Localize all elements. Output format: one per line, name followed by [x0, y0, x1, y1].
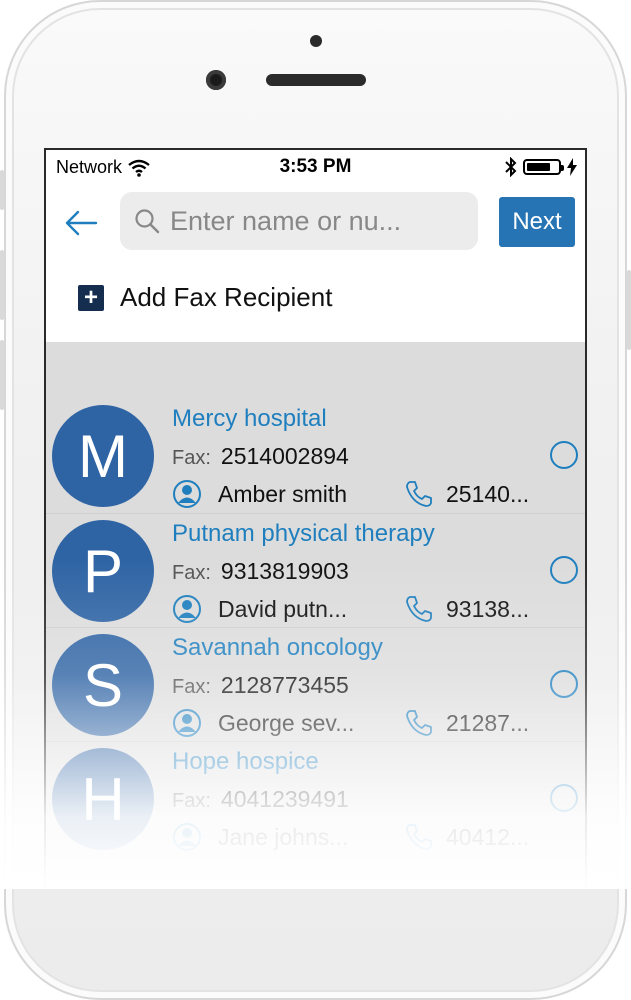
back-arrow-icon[interactable]: [64, 205, 100, 241]
search-input[interactable]: [168, 204, 472, 238]
fax-prefix-label: Fax:: [172, 447, 211, 469]
search-icon: [135, 209, 160, 234]
proximity-sensor: [310, 35, 322, 47]
recipient-name: Savannah oncology: [172, 634, 383, 661]
fax-number: 2128773455: [220, 672, 349, 698]
status-bar: Network 3:53 PM: [46, 150, 585, 184]
list-item[interactable]: P Putnam physical therapy Fax: 931381990…: [46, 513, 585, 626]
avatar: S: [52, 634, 154, 736]
recipient-name: Hope hospice: [172, 748, 319, 775]
select-radio[interactable]: [550, 784, 578, 812]
person-icon: [173, 709, 201, 737]
add-fax-recipient-button[interactable]: + Add Fax Recipient: [78, 282, 332, 313]
contact-name: George sev...: [218, 709, 355, 736]
status-right: [505, 157, 577, 177]
charging-bolt-icon: [567, 158, 577, 176]
contact-name: Jane johns...: [218, 823, 349, 850]
volume-down-button: [0, 340, 4, 410]
recipient-list: M Mercy hospital Fax: 2514002894 Amber s…: [46, 342, 585, 889]
mute-switch: [0, 170, 4, 210]
next-button[interactable]: Next: [499, 197, 575, 247]
plus-icon: +: [78, 284, 104, 311]
phone-number: 93138...: [446, 595, 530, 622]
fax-prefix-label: Fax:: [172, 676, 211, 698]
person-icon: [173, 595, 201, 623]
earpiece-speaker: [266, 74, 366, 86]
fax-line: Fax: 2128773455: [172, 672, 349, 699]
fax-prefix-label: Fax:: [172, 790, 211, 812]
volume-up-button: [0, 250, 4, 320]
contact-line: Amber smith 25140...: [172, 479, 529, 509]
person-icon: [173, 480, 201, 508]
bluetooth-icon: [505, 157, 517, 177]
top-bar: Next: [46, 190, 585, 254]
add-fax-recipient-label: Add Fax Recipient: [120, 282, 333, 312]
avatar: P: [52, 520, 154, 622]
fax-prefix-label: Fax:: [172, 562, 211, 584]
phone-icon: [406, 824, 432, 850]
contact-line: Jane johns... 40412...: [172, 822, 529, 852]
select-radio[interactable]: [550, 556, 578, 584]
battery-icon: [523, 159, 564, 175]
fax-line: Fax: 4041239491: [172, 786, 349, 813]
screen: Network 3:53 PM Enter name or nu... Next…: [44, 148, 587, 889]
contact-name: David putn...: [218, 595, 348, 622]
list-item[interactable]: S Savannah oncology Fax: 2128773455 Geor…: [46, 627, 585, 740]
avatar: M: [52, 405, 154, 507]
recipient-name: Putnam physical therapy: [172, 520, 435, 547]
phone-icon: [406, 481, 432, 507]
fax-number: 2514002894: [220, 443, 349, 469]
person-icon: [173, 823, 201, 851]
power-button: [627, 270, 631, 350]
search-bar[interactable]: [120, 192, 478, 250]
select-radio[interactable]: [550, 670, 578, 698]
contact-name: Amber smith: [218, 480, 348, 507]
front-camera: [206, 70, 226, 90]
fax-line: Fax: 2514002894: [172, 443, 349, 470]
phone-number: 21287...: [446, 709, 530, 736]
phone-number: 25140...: [446, 480, 530, 507]
select-radio[interactable]: [550, 441, 578, 469]
phone-number: 40412...: [446, 823, 530, 850]
fax-number: 4041239491: [220, 786, 349, 812]
fax-line: Fax: 9313819903: [172, 558, 349, 585]
phone-icon: [406, 710, 432, 736]
contact-line: David putn... 93138...: [172, 594, 529, 624]
fax-number: 9313819903: [220, 558, 349, 584]
list-item[interactable]: M Mercy hospital Fax: 2514002894 Amber s…: [46, 399, 585, 512]
phone-icon: [406, 596, 432, 622]
list-item[interactable]: H Hope hospice Fax: 4041239491 Jane john…: [46, 741, 585, 854]
avatar: H: [52, 748, 154, 850]
recipient-name: Mercy hospital: [172, 405, 327, 432]
contact-line: George sev... 21287...: [172, 708, 529, 738]
